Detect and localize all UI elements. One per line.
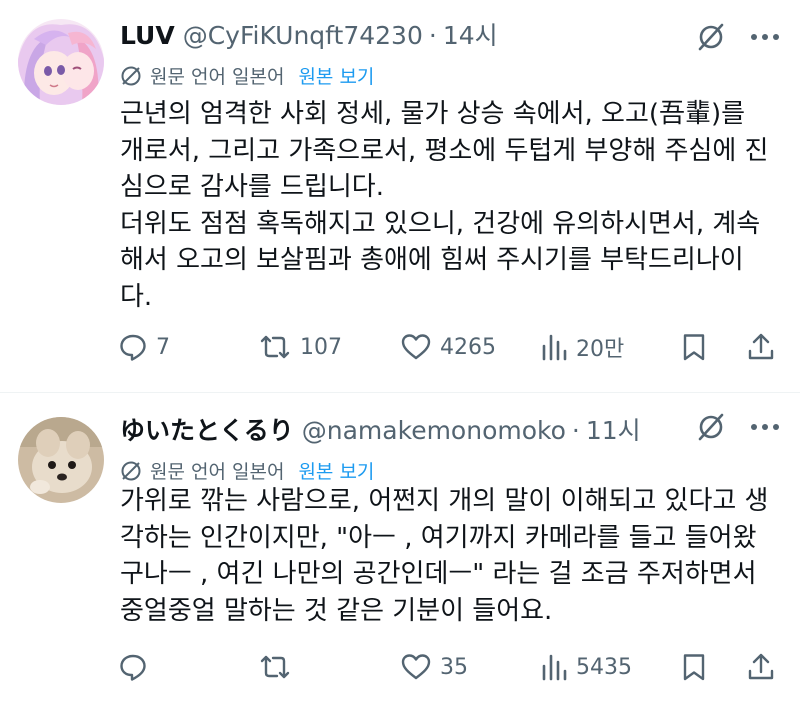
reply-button[interactable]: 7 xyxy=(118,329,170,365)
text-line: 더위도 점점 혹독해지고 있으니, 건강에 유의하시면서, 계속 xyxy=(120,208,761,239)
view-count: 5435 xyxy=(576,654,632,680)
user-handle[interactable]: @namakemonomoko xyxy=(302,416,566,445)
like-button[interactable]: 4265 xyxy=(400,329,496,365)
separator-dot: · xyxy=(428,21,437,50)
avatar-image xyxy=(18,19,104,105)
views-button[interactable]: 20만 xyxy=(540,329,624,365)
reply-icon xyxy=(120,334,146,361)
reply-button[interactable] xyxy=(118,649,156,685)
grok-button[interactable] xyxy=(694,410,728,444)
avatar-image xyxy=(18,417,104,503)
repost-count: 107 xyxy=(300,334,342,360)
reply-count: 7 xyxy=(156,334,170,360)
text-line: 중얼중얼 말하는 것 같은 기분이 들어요. xyxy=(120,595,553,626)
text-line: 심으로 감사를 드립니다. xyxy=(120,172,384,203)
avatar-yuitakururi[interactable] xyxy=(18,417,104,503)
post-header: LUV @CyFiKUnqft74230 · 14시 xyxy=(120,16,498,52)
original-language-label: 원문 언어 일본어 xyxy=(150,461,285,483)
repost-icon xyxy=(260,655,290,679)
post-header: ゆいたとくるり @namakemonomoko · 11시 xyxy=(120,411,641,447)
bookmark-button[interactable] xyxy=(680,649,708,685)
share-icon xyxy=(748,333,774,360)
post-1[interactable]: LUV @CyFiKUnqft74230 · 14시 원문 언어 일본어 원본 … xyxy=(0,0,800,392)
more-options-button[interactable] xyxy=(748,20,782,54)
repost-button[interactable]: 107 xyxy=(258,329,342,365)
text-line: 개로서, 그리고 가족으로서, 평소에 두텁게 부양해 주심에 진 xyxy=(120,135,769,166)
bookmark-icon xyxy=(683,334,705,361)
bookmark-icon xyxy=(683,654,705,681)
heart-icon xyxy=(401,334,431,360)
grok-icon xyxy=(698,413,724,441)
display-name[interactable]: LUV xyxy=(120,21,175,50)
views-icon xyxy=(542,334,567,361)
more-icon xyxy=(751,424,779,430)
grok-button[interactable] xyxy=(694,20,728,54)
text-line: 각하는 인간이지만, "아ㅡ , 여기까지 카메라를 들고 들어왔 xyxy=(120,522,757,553)
translation-info: 원문 언어 일본어 원본 보기 xyxy=(120,457,374,484)
action-bar: 7 107 4265 20만 xyxy=(118,329,782,365)
repost-button[interactable] xyxy=(258,649,300,685)
text-line: 구나ㅡ , 여긴 나만의 공간인데ㅡ" 라는 걸 조금 주저하면서 xyxy=(120,559,757,590)
post-2[interactable]: ゆいたとくるり @namakemonomoko · 11시 원문 언어 일본어 … xyxy=(0,393,800,710)
like-count: 35 xyxy=(440,654,468,680)
display-name[interactable]: ゆいたとくるり xyxy=(120,411,294,447)
text-line: 다. xyxy=(120,281,153,312)
view-count: 20만 xyxy=(576,337,625,362)
share-button[interactable] xyxy=(746,649,776,685)
post-timestamp[interactable]: 11시 xyxy=(586,411,641,447)
show-original-link[interactable]: 원본 보기 xyxy=(298,62,374,89)
views-icon xyxy=(542,654,567,681)
show-original-link[interactable]: 원본 보기 xyxy=(298,457,374,484)
text-line: 가위로 깎는 사람으로, 어쩐지 개의 말이 이해되고 있다고 생 xyxy=(120,486,769,516)
globe-icon xyxy=(120,65,142,87)
text-line: 근년의 엄격한 사회 정세, 물가 상승 속에서, 오고(吾輩)를 xyxy=(120,99,746,129)
action-bar: 35 5435 xyxy=(118,649,782,685)
user-handle[interactable]: @CyFiKUnqft74230 xyxy=(183,21,423,50)
bookmark-button[interactable] xyxy=(680,329,708,365)
share-icon xyxy=(748,653,774,680)
text-line: 해서 오고의 보살핌과 총애에 힘써 주시기를 부탁드리나이 xyxy=(120,245,744,276)
more-icon xyxy=(751,34,779,40)
more-options-button[interactable] xyxy=(748,410,782,444)
repost-icon xyxy=(260,335,290,359)
post-text: 가위로 깎는 사람으로, 어쩐지 개의 말이 이해되고 있다고 생 각하는 인간… xyxy=(120,483,780,629)
like-count: 4265 xyxy=(440,334,496,360)
globe-icon xyxy=(120,460,142,482)
grok-icon xyxy=(698,23,724,51)
original-language-label: 원문 언어 일본어 xyxy=(150,66,285,88)
translation-info: 원문 언어 일본어 원본 보기 xyxy=(120,62,374,89)
separator-dot: · xyxy=(571,416,580,445)
views-button[interactable]: 5435 xyxy=(540,649,632,685)
avatar-luv[interactable] xyxy=(18,19,104,105)
post-text: 근년의 엄격한 사회 정세, 물가 상승 속에서, 오고(吾輩)를 개로서, 그… xyxy=(120,96,780,316)
reply-icon xyxy=(120,654,146,681)
like-button[interactable]: 35 xyxy=(400,649,468,685)
share-button[interactable] xyxy=(746,329,776,365)
post-timestamp[interactable]: 14시 xyxy=(443,16,498,52)
heart-icon xyxy=(401,654,431,680)
